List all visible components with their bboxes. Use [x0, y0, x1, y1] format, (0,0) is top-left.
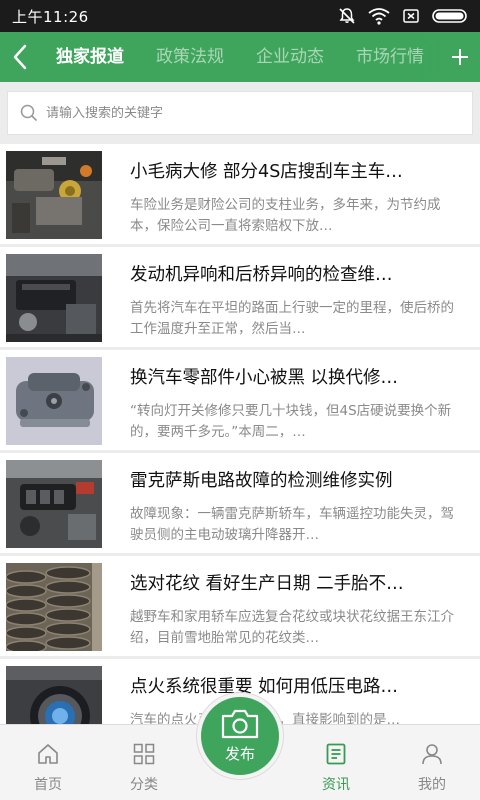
news-text: 小毛病大修 部分4S店搜刮车主车… 车险业务是财险公司的支柱业务，多年来，为节约…: [130, 151, 460, 244]
news-title: 选对花纹 看好生产日期 二手胎不…: [130, 574, 404, 594]
news-text: 发动机异响和后桥异响的检查维… 首先将汽车在平坦的路面上行驶一定的里程，使后桥的…: [130, 254, 460, 347]
news-title: 点火系统很重要 如何用低压电路…: [130, 677, 399, 697]
plus-icon: [452, 49, 468, 65]
bottom-nav-mine-label: 我的: [418, 777, 446, 793]
news-text: 点火系统很重要 如何用低压电路… 汽车的点火系统是否健康，直接影响到的是…: [130, 666, 460, 724]
back-button[interactable]: [0, 32, 40, 82]
news-summary: 首先将汽车在平坦的路面上行驶一定的里程，使后桥的工作温度升至正常，然后当…: [130, 300, 454, 337]
camera-icon: [221, 709, 259, 738]
bottom-nav-category[interactable]: 分类: [96, 725, 192, 800]
tab-company-news[interactable]: 企业动态: [240, 32, 340, 82]
bottom-nav-home[interactable]: 首页: [0, 725, 96, 800]
publish-button[interactable]: 发布: [197, 693, 283, 779]
news-text: 雷克萨斯电路故障的检测维修实例 故障现象：一辆雷克萨斯轿车，车辆遥控功能失灵，驾…: [130, 460, 460, 553]
wifi-icon: [368, 7, 390, 25]
bottom-nav-publish-slot: 发布: [192, 693, 288, 800]
news-thumbnail: [6, 563, 102, 651]
news-list: 小毛病大修 部分4S店搜刮车主车… 车险业务是财险公司的支柱业务，多年来，为节约…: [0, 144, 480, 724]
search-icon: [20, 104, 38, 122]
status-time: 上午11:26: [12, 7, 89, 26]
news-thumbnail: [6, 357, 102, 445]
news-summary: “转向灯开关修修只要几十块钱，但4S店硬说要换个新的，要两千多元。”本周二，…: [130, 403, 452, 440]
search-input[interactable]: [46, 105, 426, 121]
publish-label: 发布: [224, 744, 255, 763]
news-item[interactable]: 雷克萨斯电路故障的检测维修实例 故障现象：一辆雷克萨斯轿车，车辆遥控功能失灵，驾…: [0, 453, 480, 553]
tab-exclusive-report[interactable]: 独家报道: [40, 32, 140, 82]
bottom-nav-news[interactable]: 资讯: [288, 725, 384, 800]
news-item[interactable]: 选对花纹 看好生产日期 二手胎不… 越野车和家用轿车应选复合花纹或块状花纹据王东…: [0, 556, 480, 656]
news-document-icon: [326, 743, 346, 765]
bottom-nav-news-label: 资讯: [322, 777, 350, 793]
news-title: 小毛病大修 部分4S店搜刮车主车…: [130, 162, 403, 182]
news-item[interactable]: 小毛病大修 部分4S店搜刮车主车… 车险业务是财险公司的支柱业务，多年来，为节约…: [0, 144, 480, 244]
tab-policy[interactable]: 政策法规: [140, 32, 240, 82]
news-item[interactable]: 换汽车零部件小心被黑 以换代修… “转向灯开关修修只要几十块钱，但4S店硬说要换…: [0, 350, 480, 450]
add-tab-button[interactable]: [440, 32, 480, 82]
bottom-nav: 首页 分类 发布 资讯 我的: [0, 693, 480, 800]
news-title: 发动机异响和后桥异响的检查维…: [130, 265, 393, 285]
mute-bell-icon: [338, 7, 356, 25]
news-item[interactable]: 发动机异响和后桥异响的检查维… 首先将汽车在平坦的路面上行驶一定的里程，使后桥的…: [0, 247, 480, 347]
search-area: [0, 82, 480, 144]
battery-icon: [432, 7, 470, 25]
news-summary: 车险业务是财险公司的支柱业务，多年来，为节约成本，保险公司一直将索赔权下放…: [130, 197, 441, 234]
home-icon: [38, 744, 58, 764]
bottom-nav-mine[interactable]: 我的: [384, 725, 480, 800]
status-bar: 上午11:26: [0, 0, 480, 32]
top-nav: 独家报道 政策法规 企业动态 市场行情: [0, 32, 480, 82]
bottom-nav-category-label: 分类: [130, 777, 158, 793]
category-tabs: 独家报道 政策法规 企业动态 市场行情: [40, 32, 440, 82]
news-title: 换汽车零部件小心被黑 以换代修…: [130, 368, 399, 388]
search-box[interactable]: [7, 91, 473, 135]
user-icon: [422, 744, 442, 765]
back-arrow-icon: [13, 44, 27, 70]
news-thumbnail: [6, 151, 102, 239]
news-summary: 越野车和家用轿车应选复合花纹或块状花纹据王东江介绍，目前雪地胎常见的花纹类…: [130, 609, 454, 646]
news-thumbnail: [6, 254, 102, 342]
status-icons: [338, 7, 470, 25]
news-summary: 故障现象：一辆雷克萨斯轿车，车辆遥控功能失灵，驾驶员侧的主电动玻璃升降器开…: [130, 506, 454, 543]
news-title: 雷克萨斯电路故障的检测维修实例: [130, 471, 393, 491]
app-screen: 上午11:26 独家报道 政策法规 企业动态 市场行情 请输入搜索的关键字 小毛…: [0, 0, 480, 800]
news-text: 换汽车零部件小心被黑 以换代修… “转向灯开关修修只要几十块钱，但4S店硬说要换…: [130, 357, 460, 450]
news-summary: 汽车的点火系统是否健康，直接影响到的是…: [130, 710, 460, 724]
news-thumbnail: [6, 666, 102, 724]
news-thumbnail: [6, 460, 102, 548]
no-sim-icon: [402, 7, 420, 25]
bottom-nav-home-label: 首页: [34, 777, 62, 793]
grid-icon: [133, 743, 155, 765]
news-text: 选对花纹 看好生产日期 二手胎不… 越野车和家用轿车应选复合花纹或块状花纹据王东…: [130, 563, 460, 656]
tab-market[interactable]: 市场行情: [340, 32, 440, 82]
